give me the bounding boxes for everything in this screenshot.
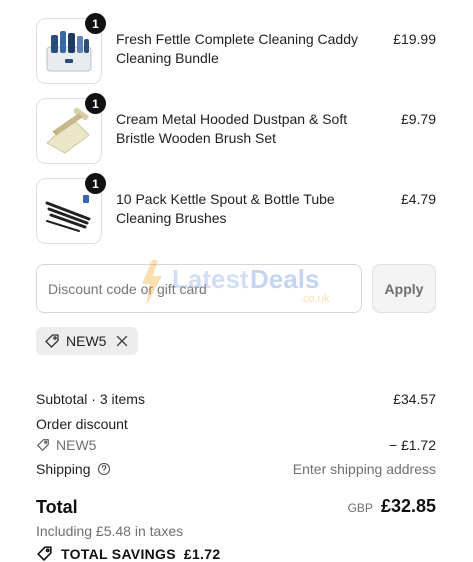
discount-value: − £1.72 [388, 437, 436, 453]
item-price: £19.99 [393, 31, 436, 47]
subtotal-label: Subtotal · 3 items [36, 391, 145, 407]
item-name: Cream Metal Hooded Dustpan & Soft Bristl… [116, 111, 348, 146]
order-discount-row: Order discount [36, 415, 436, 433]
taxes-row: Including £5.48 in taxes [36, 522, 436, 540]
product-thumbnail: 1 [36, 13, 106, 84]
currency-code: GBP [347, 501, 373, 515]
total-row: Total GBP £32.85 [36, 496, 436, 518]
total-label: Total [36, 497, 78, 517]
tag-icon [44, 333, 60, 349]
item-price: £4.79 [400, 191, 436, 207]
tag-icon [36, 438, 50, 452]
total-savings-value: £1.72 [183, 545, 221, 562]
close-icon[interactable] [114, 333, 130, 349]
cart-item: 1 10 Pack Kettle Spout & Bottle Tube Cle… [36, 173, 436, 244]
shipping-label-group: Shipping [36, 460, 111, 478]
applied-code-label: NEW5 [66, 333, 107, 349]
shipping-value: Enter shipping address [292, 461, 436, 477]
shipping-row: Shipping Enter shipping address [36, 460, 436, 478]
product-thumbnail: 1 [36, 93, 106, 164]
help-circle-icon[interactable] [97, 462, 111, 476]
total-value-group: GBP £32.85 [348, 497, 436, 517]
total-savings-label: TOTAL SAVINGS [61, 545, 176, 562]
taxes-note: Including £5.48 in taxes [36, 523, 184, 539]
discount-code-line: NEW5 [36, 436, 96, 454]
tag-icon [36, 545, 53, 562]
subtotal-row: Subtotal · 3 items £34.57 [36, 390, 436, 408]
subtotal-value: £34.57 [393, 391, 436, 407]
shipping-label: Shipping [36, 461, 91, 477]
quantity-badge: 1 [85, 93, 106, 114]
item-name: Fresh Fettle Complete Cleaning Caddy Cle… [116, 31, 359, 66]
applied-discount-chip: NEW5 [36, 327, 139, 355]
discount-code-input[interactable] [36, 264, 362, 313]
total-savings-row: TOTAL SAVINGS £1.72 [36, 545, 220, 562]
quantity-badge: 1 [85, 173, 106, 194]
quantity-badge: 1 [85, 13, 106, 34]
order-discount-label: Order discount [36, 416, 128, 432]
discount-code-label: NEW5 [56, 437, 97, 453]
cart-item: 1 Cream Metal Hooded Dustpan & Soft Bris… [36, 93, 436, 164]
item-price: £9.79 [400, 111, 436, 127]
item-name: 10 Pack Kettle Spout & Bottle Tube Clean… [116, 191, 335, 226]
discount-code-row: NEW5 − £1.72 [36, 436, 436, 454]
product-thumbnail: 1 [36, 173, 106, 244]
total-value: £32.85 [380, 496, 436, 516]
apply-discount-button[interactable]: Apply [372, 264, 436, 313]
cart-item: 1 Fresh Fettle Complete Cleaning Caddy C… [36, 13, 436, 84]
